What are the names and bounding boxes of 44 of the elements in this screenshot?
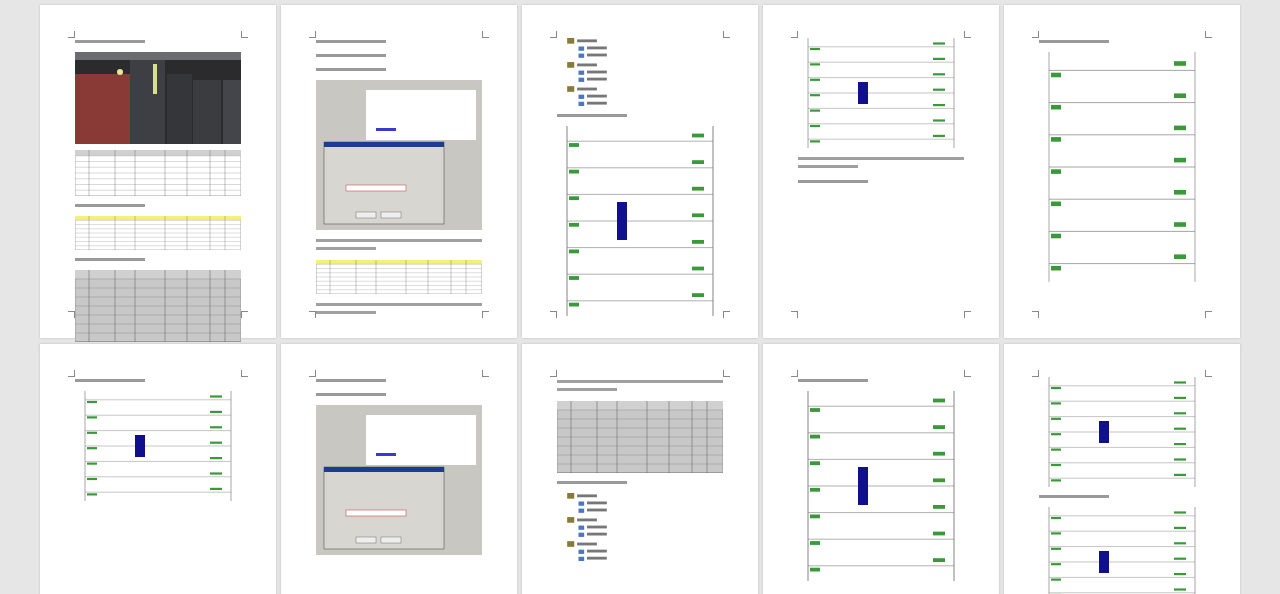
crop-mark [723, 370, 730, 377]
crop-mark [550, 370, 557, 377]
heading-line-drawing [75, 40, 145, 43]
crop-mark [68, 31, 75, 38]
crop-mark [964, 311, 971, 318]
heading-line-drawing [798, 180, 868, 183]
crop-mark [791, 311, 798, 318]
heading-line-drawing [316, 68, 386, 71]
crop-mark [964, 370, 971, 377]
heading-line-drawing [316, 40, 386, 43]
crop-mark [482, 370, 489, 377]
crop-mark [482, 31, 489, 38]
crop-mark [791, 370, 798, 377]
crop-mark [1032, 31, 1039, 38]
heading-line-drawing [75, 204, 145, 207]
crop-mark [1205, 370, 1212, 377]
crop-mark [723, 311, 730, 318]
crop-mark [241, 31, 248, 38]
heading-line-drawing [316, 54, 386, 57]
crop-mark [309, 370, 316, 377]
tree-drawing [567, 493, 607, 561]
heading-line-drawing [798, 379, 868, 382]
tree-drawing [567, 38, 607, 106]
crop-mark [1205, 31, 1212, 38]
crop-mark [723, 31, 730, 38]
crop-mark [241, 370, 248, 377]
heading-line-drawing [316, 379, 386, 382]
crop-mark [1205, 311, 1212, 318]
heading-line-drawing [75, 258, 145, 261]
crop-mark [482, 311, 489, 318]
heading-line-drawing [1039, 40, 1109, 43]
crop-mark [68, 370, 75, 377]
heading-line-drawing [75, 379, 145, 382]
crop-mark [1032, 370, 1039, 377]
crop-mark [309, 31, 316, 38]
heading-line-drawing [557, 481, 627, 484]
crop-mark [964, 31, 971, 38]
heading-line-drawing [557, 114, 627, 117]
crop-mark [550, 311, 557, 318]
crop-mark [1032, 311, 1039, 318]
crop-mark [550, 31, 557, 38]
heading-line-drawing [316, 393, 386, 396]
heading-line-drawing [1039, 495, 1109, 498]
crop-mark [791, 31, 798, 38]
